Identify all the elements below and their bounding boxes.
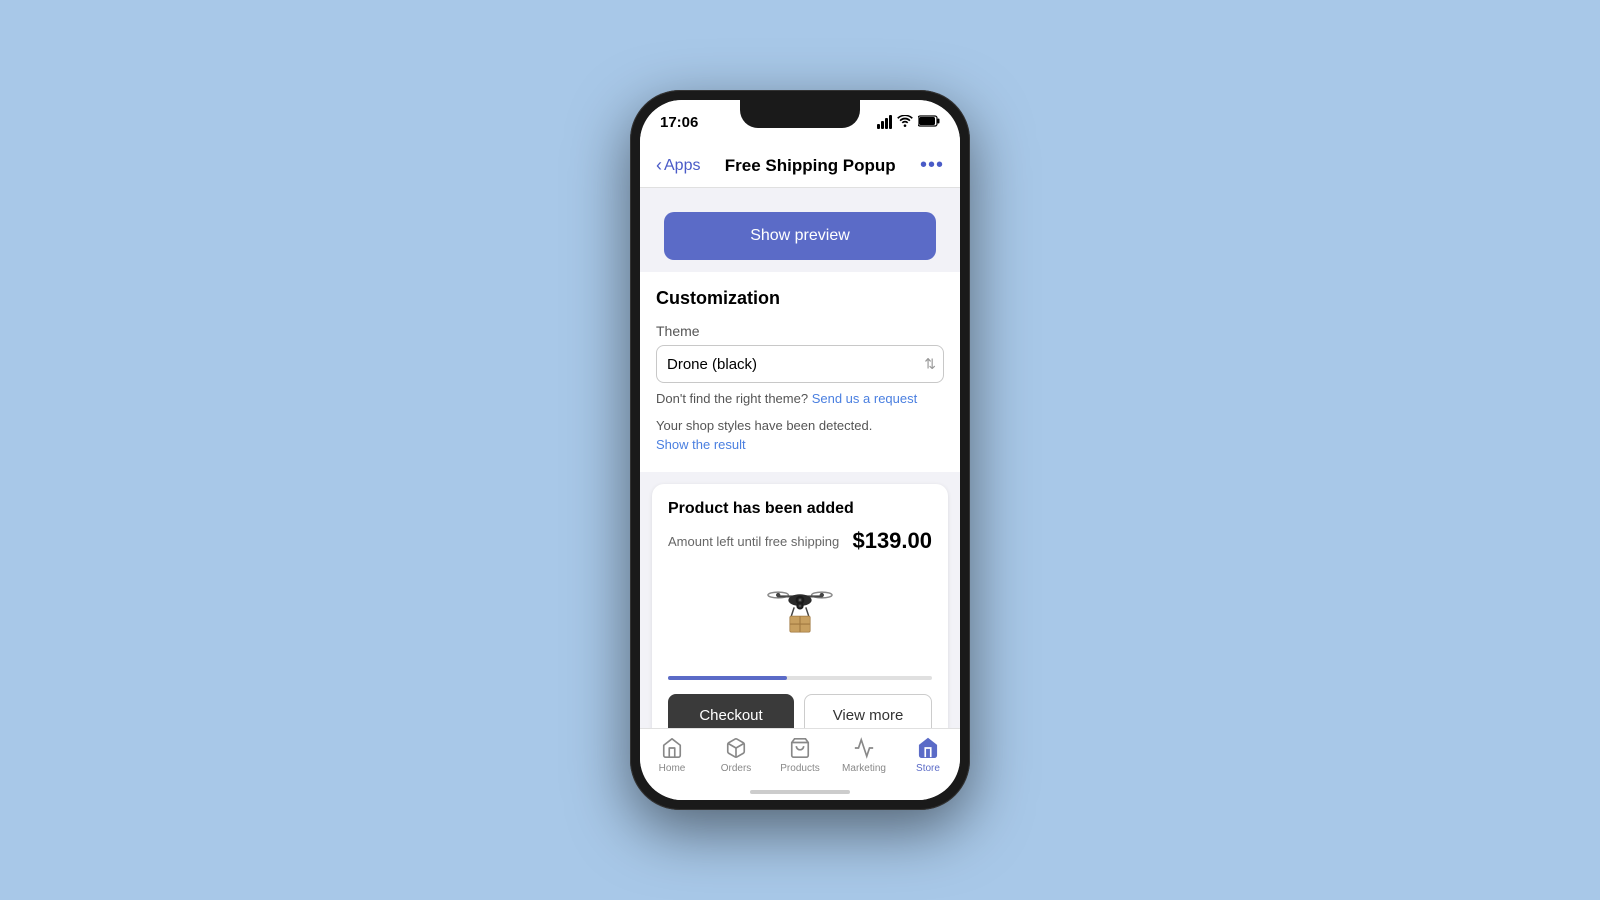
- tab-store-label: Store: [916, 763, 940, 774]
- status-time: 17:06: [660, 114, 698, 131]
- phone-screen: 17:06: [640, 100, 960, 800]
- status-icons: [877, 115, 940, 130]
- shop-detected-text: Your shop styles have been detected.: [656, 418, 944, 433]
- notch: [740, 100, 860, 128]
- checkout-button[interactable]: Checkout: [668, 694, 794, 728]
- preview-card-title: Product has been added: [668, 500, 932, 518]
- tab-orders[interactable]: Orders: [704, 735, 768, 774]
- tab-marketing[interactable]: Marketing: [832, 735, 896, 774]
- tab-products[interactable]: Products: [768, 735, 832, 774]
- tab-store[interactable]: Store: [896, 735, 960, 774]
- more-button[interactable]: •••: [920, 154, 944, 177]
- back-arrow-icon: ‹: [656, 155, 662, 176]
- show-result-link[interactable]: Show the result: [656, 437, 944, 452]
- shipping-label: Amount left until free shipping: [668, 534, 839, 549]
- theme-label: Theme: [656, 323, 944, 339]
- show-preview-button[interactable]: Show preview: [664, 212, 936, 260]
- tab-orders-label: Orders: [721, 763, 752, 774]
- shipping-row: Amount left until free shipping $139.00: [668, 528, 932, 554]
- tab-products-label: Products: [780, 763, 819, 774]
- theme-select-wrapper: Drone (black) ⇅: [656, 345, 944, 383]
- view-more-button[interactable]: View more: [804, 694, 932, 728]
- products-icon: [787, 735, 813, 761]
- send-request-link[interactable]: Send us a request: [812, 391, 918, 406]
- drone-illustration: [668, 566, 932, 656]
- status-bar: 17:06: [640, 100, 960, 144]
- back-label: Apps: [664, 157, 700, 175]
- home-icon: [659, 735, 685, 761]
- orders-icon: [723, 735, 749, 761]
- theme-select[interactable]: Drone (black): [656, 345, 944, 383]
- battery-icon: [918, 115, 940, 130]
- preview-card-body: Product has been added Amount left until…: [652, 484, 948, 676]
- store-icon: [915, 735, 941, 761]
- nav-bar: ‹ Apps Free Shipping Popup •••: [640, 144, 960, 188]
- phone-frame: 17:06: [630, 90, 970, 810]
- shipping-amount: $139.00: [852, 528, 932, 554]
- page-title: Free Shipping Popup: [725, 156, 896, 176]
- home-indicator: [750, 790, 850, 794]
- preview-card: Product has been added Amount left until…: [652, 484, 948, 728]
- helper-text: Don't find the right theme? Send us a re…: [656, 391, 944, 406]
- wifi-icon: [897, 115, 913, 130]
- preview-buttons: Checkout View more: [652, 680, 948, 728]
- tab-home-label: Home: [659, 763, 686, 774]
- back-button[interactable]: ‹ Apps: [656, 155, 700, 176]
- customization-title: Customization: [656, 288, 944, 309]
- signal-icon: [877, 115, 892, 129]
- marketing-icon: [851, 735, 877, 761]
- content-area: Show preview Customization Theme Drone (…: [640, 188, 960, 728]
- tab-home[interactable]: Home: [640, 735, 704, 774]
- customization-section: Customization Theme Drone (black) ⇅ Don'…: [640, 272, 960, 472]
- tab-marketing-label: Marketing: [842, 763, 886, 774]
